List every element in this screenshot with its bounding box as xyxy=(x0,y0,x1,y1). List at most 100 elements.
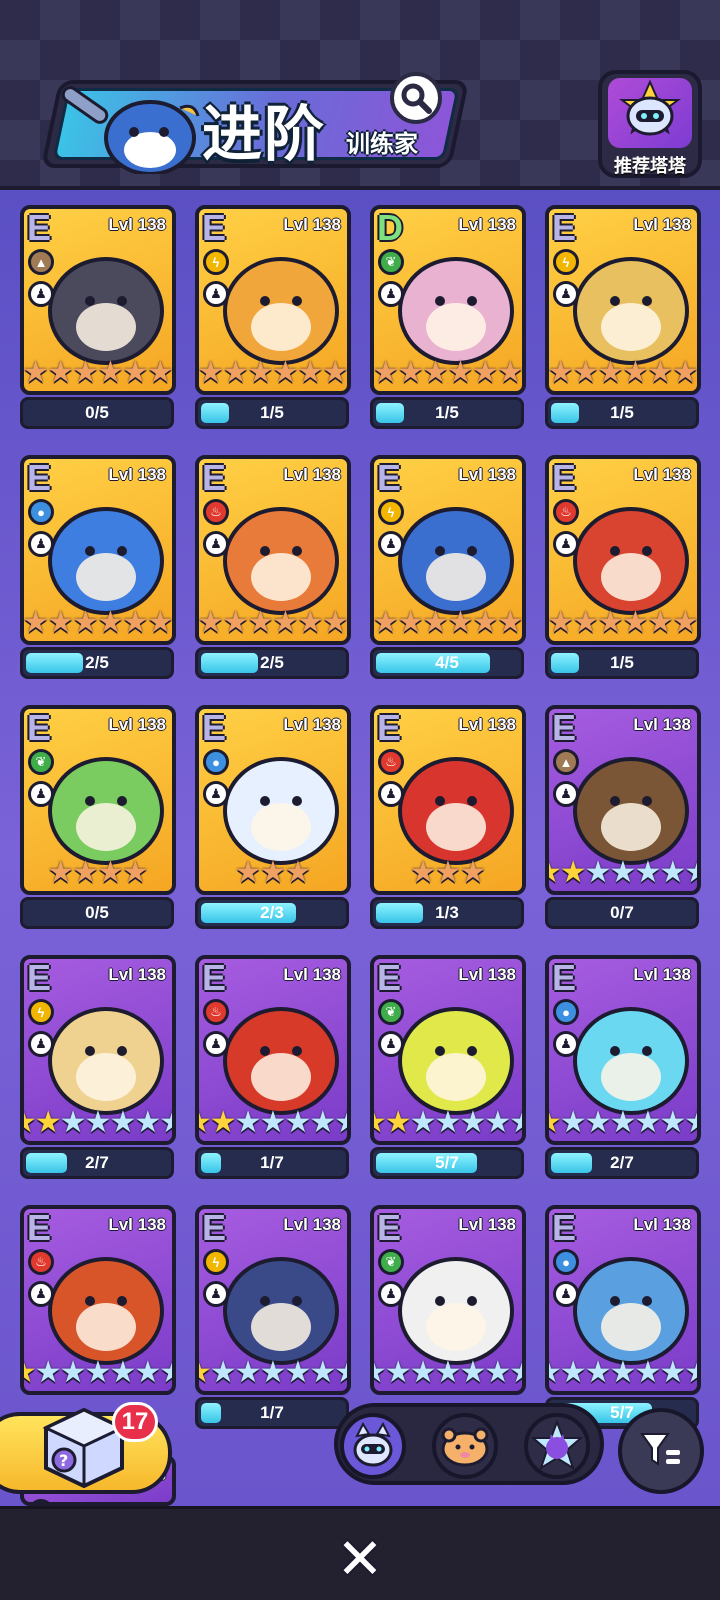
search-button[interactable] xyxy=(390,72,442,124)
star-icon: ★ xyxy=(471,606,499,639)
empty-star-icon: ★ xyxy=(59,1356,87,1389)
shard-progress-bar: 1/5 xyxy=(545,647,699,679)
title-banner: 进阶 训练家 xyxy=(20,72,470,176)
recommend-button[interactable]: 推荐塔塔 xyxy=(598,70,702,178)
pet-rank: E xyxy=(202,957,227,998)
star-icon: ★ xyxy=(284,856,312,889)
pet-card[interactable]: E Lvl 138 ♨ ♟ ★ ★ ★ xyxy=(370,705,526,895)
star-icon: ★ xyxy=(622,606,649,639)
star-icon: ★ xyxy=(34,1106,62,1139)
star-icon: ★ xyxy=(447,356,474,389)
empty-star-icon: ★ xyxy=(259,1106,287,1139)
empty-star-icon: ★ xyxy=(134,1356,162,1389)
star-icon: ★ xyxy=(422,606,449,639)
hamster-face-icon xyxy=(441,1427,489,1467)
star-icon: ★ xyxy=(409,856,437,889)
role-icon: ♟ xyxy=(28,781,54,807)
star-rating: ★★★★★★★ xyxy=(24,1355,172,1391)
star-icon: ★ xyxy=(209,1106,237,1139)
star-icon: ★ xyxy=(72,856,99,889)
pet-card[interactable]: E Lvl 138 ● ♟ ★ ★ ★ xyxy=(195,705,351,895)
star-icon: ★ xyxy=(47,356,75,389)
role-icon: ♟ xyxy=(28,531,54,557)
empty-star-icon: ★ xyxy=(459,1356,487,1389)
pet-card[interactable]: E Lvl 138 ϟ ♟ ★★★★★★★ xyxy=(195,1205,351,1395)
pet-card[interactable]: E Lvl 138 ❦ ♟ ★★★★★★★ xyxy=(370,1205,526,1395)
shard-progress-bar: 1/7 xyxy=(195,1147,349,1179)
star-icon: ★ xyxy=(547,606,575,639)
star-rating: ★★★★★★★ xyxy=(199,1105,347,1141)
pet-rank: E xyxy=(552,1207,577,1248)
empty-star-icon: ★ xyxy=(559,1106,587,1139)
close-button[interactable]: ✕ xyxy=(330,1527,390,1590)
empty-star-icon: ★ xyxy=(684,1358,697,1388)
pet-card[interactable]: E Lvl 138 ● ♟ ★ ★ ★ ★ ★ ★ xyxy=(20,455,176,645)
empty-star-icon: ★ xyxy=(659,1106,687,1139)
pet-level: Lvl 138 xyxy=(108,1215,166,1234)
element-icon: ♨ xyxy=(553,499,579,525)
element-icon: ● xyxy=(553,999,579,1025)
element-icon: ϟ xyxy=(378,499,404,525)
pet-rank: E xyxy=(377,707,402,748)
progress-text: 1/5 xyxy=(435,403,459,422)
star-icon: ★ xyxy=(47,856,75,889)
star-icon: ★ xyxy=(321,356,349,389)
shard-progress-bar: 2/3 xyxy=(195,897,349,929)
progress-text: 1/5 xyxy=(610,403,634,422)
shard-progress-bar: 1/5 xyxy=(545,397,699,429)
star-rating: ★ ★ ★ xyxy=(374,855,522,891)
dock-tab-hamster[interactable] xyxy=(432,1413,498,1479)
empty-star-icon: ★ xyxy=(609,1356,637,1389)
bottom-bar: ✕ xyxy=(0,1506,720,1600)
pet-level: Lvl 138 xyxy=(108,965,166,984)
role-icon: ♟ xyxy=(553,531,579,557)
recommend-label: 推荐塔塔 xyxy=(614,156,686,177)
star-icon: ★ xyxy=(422,356,449,389)
pet-card[interactable]: E Lvl 138 ϟ ♟ ★ ★ ★ ★ ★ ★ xyxy=(545,205,701,395)
star-icon: ★ xyxy=(146,356,174,389)
star-icon: ★ xyxy=(622,356,649,389)
star-icon: ★ xyxy=(547,356,575,389)
progress-text: 2/7 xyxy=(85,1153,109,1172)
empty-star-icon: ★ xyxy=(634,856,662,889)
pet-card[interactable]: E Lvl 138 ϟ ♟ ★ ★ ★ ★ ★ ★ xyxy=(195,205,351,395)
pet-card[interactable]: E Lvl 138 ♨ ♟ ★★★★★★★ xyxy=(20,1205,176,1395)
pet-card[interactable]: E Lvl 138 ▲ ♟ ★ ★ ★ ★ ★ ★ xyxy=(20,205,176,395)
element-icon: ▲ xyxy=(553,749,579,775)
empty-star-icon: ★ xyxy=(634,1356,662,1389)
pet-card[interactable]: E Lvl 138 ♨ ♟ ★★★★★★★ xyxy=(195,955,351,1145)
dock-tab-star-cat[interactable] xyxy=(524,1413,590,1479)
pet-level: Lvl 138 xyxy=(283,215,341,234)
star-rating: ★★★★★★★ xyxy=(549,855,697,891)
star-rating: ★ ★ ★ ★ ★ ★ xyxy=(24,605,172,641)
element-icon: ♨ xyxy=(378,749,404,775)
search-icon xyxy=(401,83,432,114)
pet-card[interactable]: E Lvl 138 ❦ ♟ ★★★★★★★ xyxy=(370,955,526,1145)
star-icon: ★ xyxy=(47,606,75,639)
shard-progress-bar: 0/5 xyxy=(20,897,174,929)
pet-card[interactable]: E Lvl 138 ● ♟ ★★★★★★★ xyxy=(545,1205,701,1395)
star-icon: ★ xyxy=(397,606,425,639)
empty-star-icon: ★ xyxy=(509,1108,522,1138)
star-icon: ★ xyxy=(22,606,50,639)
pet-card[interactable]: E Lvl 138 ϟ ♟ ★★★★★★★ xyxy=(20,955,176,1145)
element-icon: ♨ xyxy=(203,999,229,1025)
element-icon: ❦ xyxy=(378,249,404,275)
star-rating: ★ ★ ★ ★ ★ ★ xyxy=(374,355,522,391)
filter-button[interactable] xyxy=(618,1408,704,1494)
empty-star-icon: ★ xyxy=(609,856,637,889)
dock-tab-cat[interactable] xyxy=(340,1413,406,1479)
role-icon: ♟ xyxy=(553,781,579,807)
star-rating: ★★★★★★★ xyxy=(374,1105,522,1141)
pet-card[interactable]: E Lvl 138 ♨ ♟ ★ ★ ★ ★ ★ ★ xyxy=(195,455,351,645)
star-rating: ★ ★ ★ ★ ★ ★ xyxy=(24,355,172,391)
pet-card[interactable]: E Lvl 138 ▲ ♟ ★★★★★★★ xyxy=(545,705,701,895)
pet-card[interactable]: E Lvl 138 ❦ ♟ ★ ★ ★ ★ xyxy=(20,705,176,895)
pet-card[interactable]: E Lvl 138 ● ♟ ★★★★★★★ xyxy=(545,955,701,1145)
pet-card[interactable]: E Lvl 138 ϟ ♟ ★ ★ ★ ★ ★ ★ xyxy=(370,455,526,645)
empty-star-icon: ★ xyxy=(109,1356,137,1389)
element-icon: ● xyxy=(203,749,229,775)
pet-card[interactable]: E Lvl 138 ♨ ♟ ★ ★ ★ ★ ★ ★ xyxy=(545,455,701,645)
star-icon: ★ xyxy=(646,356,674,389)
pet-card[interactable]: D Lvl 138 ❦ ♟ ★ ★ ★ ★ ★ ★ xyxy=(370,205,526,395)
